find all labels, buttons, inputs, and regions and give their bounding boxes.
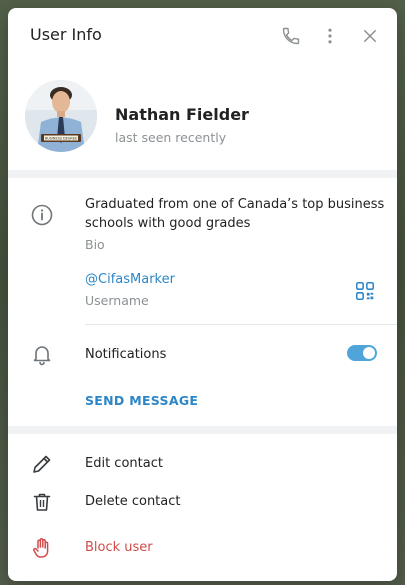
block-user-label: Block user	[85, 540, 153, 555]
section-separator	[8, 170, 397, 178]
block-user-button[interactable]: Block user	[8, 530, 397, 566]
avatar-photo: BUSINESS DEGREE	[25, 80, 97, 152]
trash-icon	[33, 493, 51, 511]
toggle-knob	[363, 347, 375, 359]
user-info-dialog: User Info BUSINESS DEGREE Nathan Fielder…	[8, 8, 397, 581]
hand-icon	[33, 538, 49, 558]
edit-contact-button[interactable]: Edit contact	[8, 446, 397, 482]
pencil-icon	[33, 455, 51, 473]
avatar[interactable]: BUSINESS DEGREE	[25, 80, 97, 152]
info-icon	[31, 204, 53, 226]
dialog-header: User Info	[8, 8, 397, 64]
delete-contact-label: Delete contact	[85, 494, 181, 509]
close-button[interactable]	[358, 24, 382, 48]
bio-text-line1: Graduated from one of Canada’s top busin…	[85, 197, 385, 212]
bell-icon	[33, 346, 51, 366]
row-divider	[85, 324, 397, 325]
username-label: Username	[85, 293, 149, 308]
notifications-label: Notifications	[85, 347, 167, 362]
bio-label: Bio	[85, 237, 105, 252]
more-vertical-icon	[328, 28, 332, 44]
avatar-badge-text: BUSINESS DEGREE	[45, 137, 77, 141]
delete-contact-button[interactable]: Delete contact	[8, 484, 397, 520]
close-icon	[364, 30, 376, 42]
notifications-toggle[interactable]	[347, 345, 377, 361]
edit-contact-label: Edit contact	[85, 456, 163, 471]
bio-text-line2: schools with good grades	[85, 216, 251, 231]
send-message-button[interactable]: SEND MESSAGE	[85, 393, 198, 408]
more-button[interactable]	[318, 24, 342, 48]
section-separator	[8, 426, 397, 434]
last-seen-status: last seen recently	[115, 130, 227, 145]
call-button[interactable]	[279, 24, 303, 48]
username-value[interactable]: @CifasMarker	[85, 272, 175, 287]
phone-icon	[282, 27, 300, 45]
dialog-title: User Info	[30, 25, 102, 44]
contact-name: Nathan Fielder	[115, 105, 249, 124]
qr-code-icon[interactable]	[354, 280, 376, 302]
